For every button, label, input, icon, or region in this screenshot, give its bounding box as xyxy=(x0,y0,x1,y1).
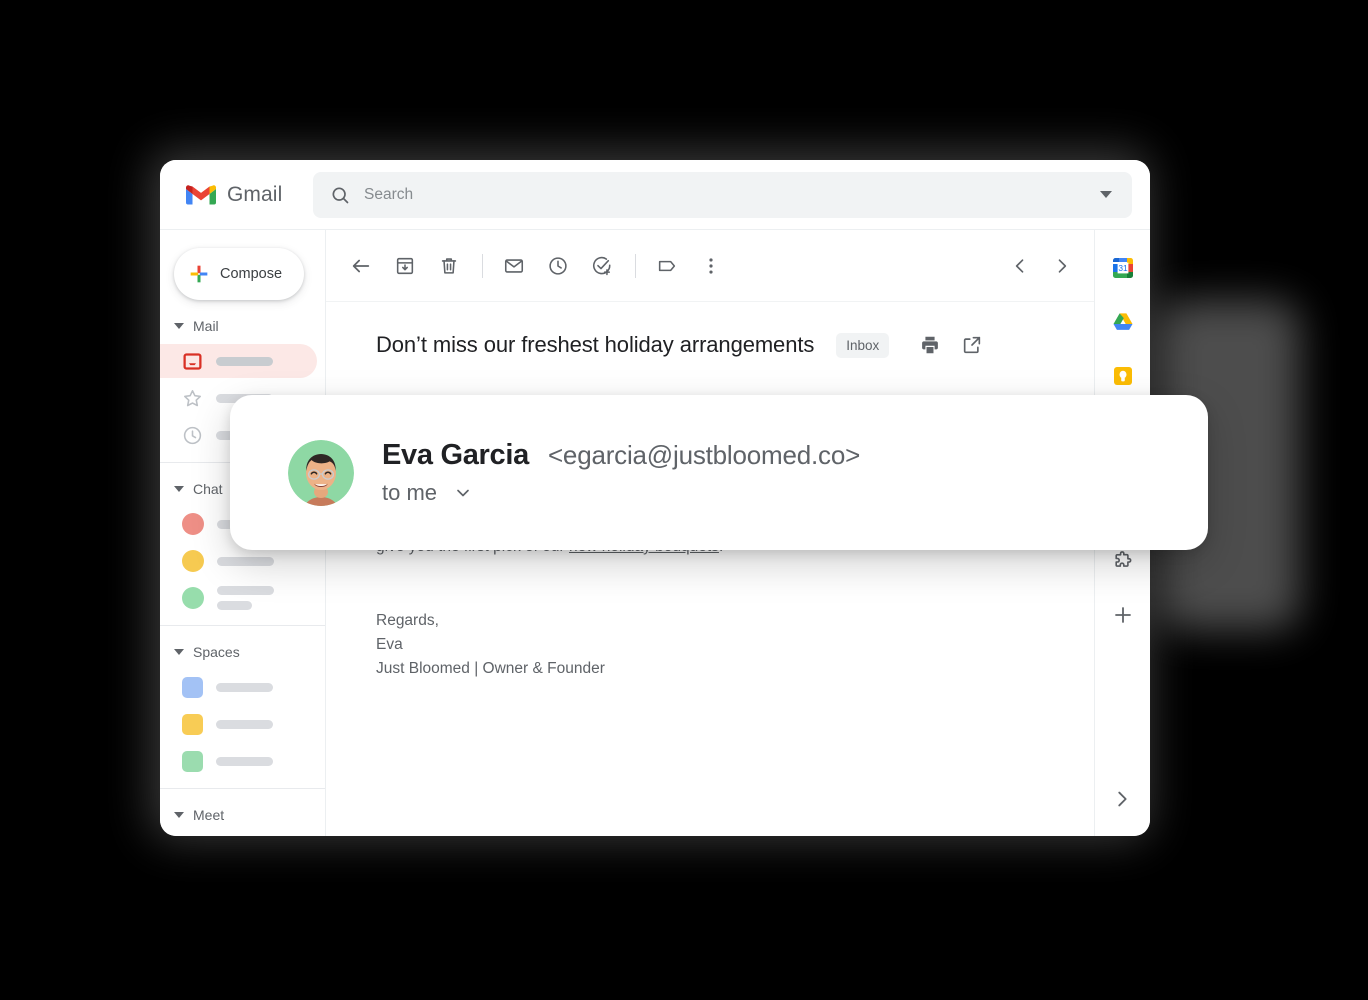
toolbar-divider xyxy=(482,253,483,278)
signature-name: Eva xyxy=(376,635,403,653)
google-keep-icon[interactable] xyxy=(1111,364,1135,388)
chevron-down-icon xyxy=(174,323,184,329)
newer-message-button[interactable] xyxy=(1010,256,1030,276)
svg-text:31: 31 xyxy=(1118,263,1128,273)
label-tag-icon[interactable] xyxy=(656,255,678,277)
addons-puzzle-icon[interactable] xyxy=(1111,549,1135,573)
subject-actions xyxy=(919,334,983,356)
space-name-placeholder xyxy=(216,756,273,766)
chat-avatar-green-icon xyxy=(182,587,204,609)
chevron-down-icon xyxy=(174,649,184,655)
space-square-yellow-icon xyxy=(182,713,203,735)
sidebar-item-label-placeholder xyxy=(216,356,273,366)
older-message-button[interactable] xyxy=(1052,256,1072,276)
inbox-icon xyxy=(182,351,203,372)
section-title-meet: Meet xyxy=(193,807,225,823)
sidebar-item-new-meeting[interactable] xyxy=(160,833,317,836)
get-addons-plus-icon[interactable] xyxy=(1111,603,1135,627)
compose-button[interactable]: Compose xyxy=(174,248,304,300)
chevron-down-icon xyxy=(174,812,184,818)
space-name-placeholder xyxy=(216,682,273,692)
sidebar-item-inbox[interactable] xyxy=(160,344,317,378)
search-icon xyxy=(330,185,350,205)
section-header-meet[interactable]: Meet xyxy=(160,800,325,830)
chevron-down-icon xyxy=(174,486,184,492)
signature-title: Just Bloomed | Owner & Founder xyxy=(376,659,605,677)
avatar[interactable] xyxy=(288,439,354,506)
search-bar[interactable] xyxy=(313,171,1132,218)
brand-name: Gmail xyxy=(227,182,283,206)
section-title-chat: Chat xyxy=(193,481,223,497)
sidebar-section-meet: Meet xyxy=(160,789,325,836)
app-header: Gmail xyxy=(160,160,1150,230)
back-arrow-icon[interactable] xyxy=(350,255,372,277)
screenshot-stage: Gmail Search Compose Mail Chat Spaces Me… xyxy=(0,0,1368,1000)
page-title: Don’t miss our freshest holiday arrangem… xyxy=(376,332,815,357)
chevron-down-icon[interactable] xyxy=(453,483,473,503)
sidebar-item-space[interactable] xyxy=(160,670,317,704)
add-to-tasks-icon[interactable] xyxy=(591,255,613,277)
sidebar-item-space[interactable] xyxy=(160,744,317,778)
space-square-blue-icon xyxy=(182,676,203,698)
google-calendar-icon[interactable]: 31 xyxy=(1111,256,1135,280)
toolbar-divider xyxy=(635,253,636,278)
chat-avatar-red-icon xyxy=(182,513,204,535)
snooze-clock-icon xyxy=(182,425,203,446)
gmail-m-logo-icon xyxy=(186,183,216,206)
subject-row: Don’t miss our freshest holiday arrangem… xyxy=(326,302,1094,358)
sender-primary-line: Eva Garcia <egarcia@justbloomed.co> xyxy=(382,439,860,472)
compose-label: Compose xyxy=(220,266,283,282)
chat-name-placeholder xyxy=(217,586,274,610)
more-options-icon[interactable] xyxy=(700,255,722,277)
message-toolbar xyxy=(326,230,1094,302)
signature-signoff: Regards, xyxy=(376,611,439,629)
filter-caret-icon[interactable] xyxy=(1100,191,1112,198)
print-icon[interactable] xyxy=(919,334,941,356)
sender-name: Eva Garcia xyxy=(382,439,529,471)
sidebar-item-chat-contact[interactable] xyxy=(160,581,317,615)
chat-avatar-yellow-icon xyxy=(182,550,204,572)
status-badge[interactable]: Inbox xyxy=(836,332,890,358)
space-name-placeholder xyxy=(216,719,273,729)
google-drive-icon[interactable] xyxy=(1111,310,1135,334)
archive-icon[interactable] xyxy=(394,255,416,277)
delete-trash-icon[interactable] xyxy=(438,255,460,277)
section-header-mail[interactable]: Mail xyxy=(160,311,325,341)
snooze-clock-icon[interactable] xyxy=(547,255,569,277)
chat-name-placeholder xyxy=(217,556,274,566)
expand-panel-chevron-icon[interactable] xyxy=(1111,788,1135,812)
sender-details-card: Eva Garcia <egarcia@justbloomed.co> to m… xyxy=(230,395,1208,550)
section-title-spaces: Spaces xyxy=(193,644,240,660)
mark-unread-envelope-icon[interactable] xyxy=(503,255,525,277)
sender-recipient-line[interactable]: to me xyxy=(382,480,860,506)
sender-email: <egarcia@justbloomed.co> xyxy=(547,440,861,470)
sidebar-item-space[interactable] xyxy=(160,707,317,741)
section-header-spaces[interactable]: Spaces xyxy=(160,637,325,667)
open-in-new-icon[interactable] xyxy=(961,334,983,356)
search-input[interactable] xyxy=(364,185,1086,204)
recipient-label: to me xyxy=(382,480,438,505)
section-title-mail: Mail xyxy=(193,318,219,334)
sidebar-section-spaces: Spaces xyxy=(160,626,325,789)
plus-icon xyxy=(189,264,209,284)
sender-info: Eva Garcia <egarcia@justbloomed.co> to m… xyxy=(382,439,860,506)
space-square-green-icon xyxy=(182,750,203,772)
brand[interactable]: Gmail xyxy=(186,183,296,207)
star-icon xyxy=(182,388,203,409)
signature: Regards, Eva Just Bloomed | Owner & Foun… xyxy=(376,609,1044,681)
